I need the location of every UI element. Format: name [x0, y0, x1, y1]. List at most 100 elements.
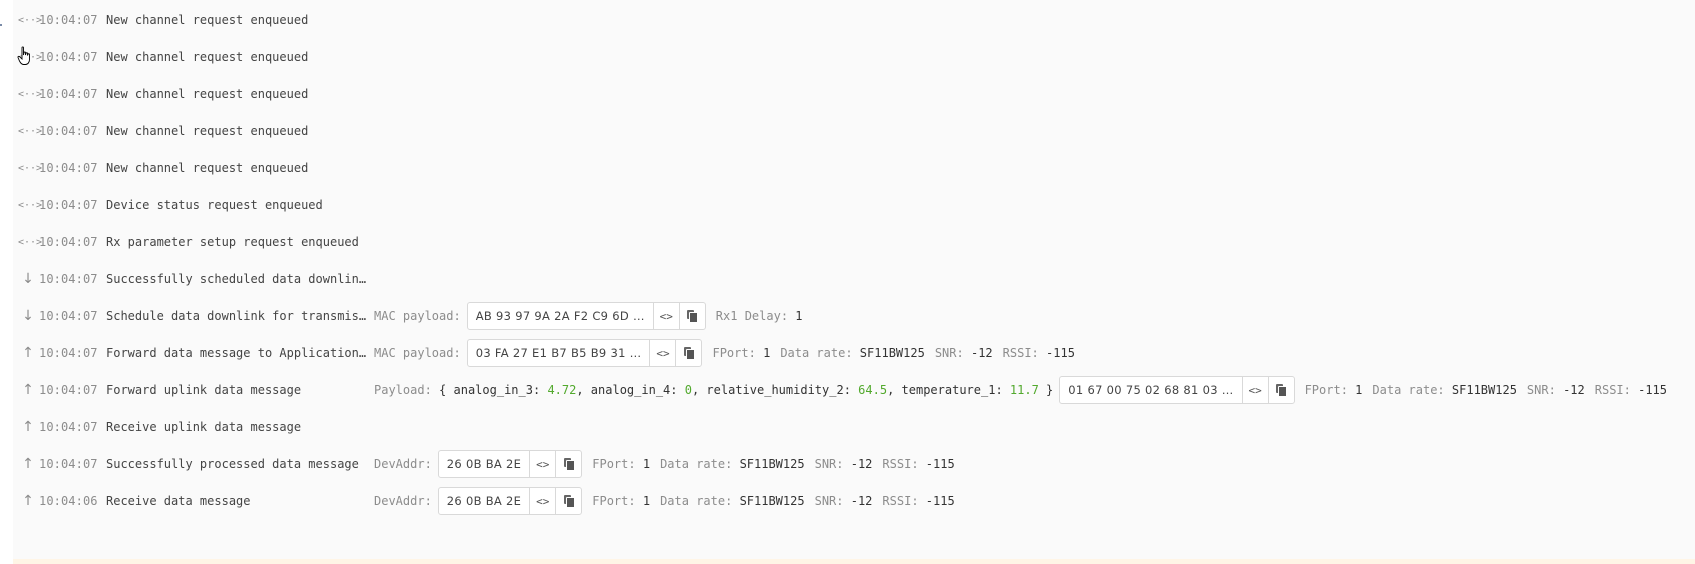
- field-label: Rx1 Delay:: [715, 309, 789, 323]
- hex-value[interactable]: AB 93 97 9A 2A F2 C9 6D …: [468, 303, 653, 329]
- field-value: 1: [795, 309, 803, 323]
- event-message: New channel request enqueued: [106, 50, 309, 64]
- event-message: Device status request enqueued: [106, 198, 323, 212]
- event-row[interactable]: <··> 10:04:07 Rx parameter setup request e…: [13, 222, 1695, 262]
- copy-button[interactable]: [678, 303, 705, 329]
- mac-command-icon: <··>: [18, 199, 43, 211]
- event-row[interactable]: ↓ 10:04:07 Successfully scheduled data dow…: [13, 259, 1695, 299]
- code-icon: <>: [656, 346, 670, 360]
- field-label: Data rate:: [660, 494, 733, 508]
- copy-button[interactable]: [675, 340, 701, 366]
- event-time: 10:04:07: [39, 87, 98, 101]
- hex-value[interactable]: 01 67 00 75 02 68 81 03 …: [1060, 377, 1241, 403]
- code-icon: <>: [536, 457, 550, 471]
- hex-value[interactable]: 26 0B BA 2E: [439, 451, 529, 477]
- event-row[interactable]: ↑ 10:04:07 Forward uplink data message Payl…: [13, 370, 1695, 410]
- event-details: MAC payload: AB 93 97 9A 2A F2 C9 6D … <> R…: [374, 302, 813, 330]
- field-label: RSSI:: [1002, 346, 1039, 360]
- toggle-format-button[interactable]: <>: [652, 303, 679, 329]
- code-icon: <>: [1248, 383, 1262, 397]
- hex-value[interactable]: 03 FA 27 E1 B7 B5 B9 31 …: [468, 340, 650, 366]
- event-row[interactable]: ↑ 10:04:07 Successfully processed data mes…: [13, 444, 1695, 484]
- field-label: Data rate:: [780, 346, 853, 360]
- field-label: FPort:: [592, 494, 636, 508]
- toggle-format-button[interactable]: <>: [529, 488, 555, 514]
- arrow-up-icon: ↑: [22, 345, 34, 361]
- event-details: Payload: { analog_in_3: 4.72, analog_in_…: [374, 376, 1677, 404]
- copy-button[interactable]: [555, 451, 581, 477]
- field-label: FPort:: [712, 346, 756, 360]
- copy-icon: [687, 310, 699, 323]
- event-row[interactable]: <··> 10:04:07 New channel request enqueued: [13, 111, 1695, 151]
- payload-key: analog_in_4: [590, 383, 671, 397]
- event-message: Rx parameter setup request enqueued: [106, 235, 359, 249]
- field-value: -115: [925, 494, 955, 508]
- field-label: FPort:: [592, 457, 636, 471]
- mac-command-icon: <··>: [18, 125, 43, 137]
- payload-key: analog_in_3: [453, 383, 533, 397]
- field-label: SNR:: [814, 494, 844, 508]
- hex-value-box: AB 93 97 9A 2A F2 C9 6D … <>: [466, 302, 706, 330]
- code-icon: <>: [659, 309, 673, 323]
- field-label: RSSI:: [1594, 383, 1631, 397]
- event-message: Receive uplink data message: [106, 420, 302, 434]
- field-value: 1: [1355, 383, 1363, 397]
- field-value: -12: [850, 457, 873, 471]
- event-time: 10:04:07: [39, 272, 98, 286]
- event-time: 10:04:07: [39, 235, 98, 249]
- field-value: SF11BW125: [739, 494, 805, 508]
- left-edge-marker: [0, 24, 2, 26]
- field-value: SF11BW125: [1451, 383, 1517, 397]
- event-row[interactable]: ↑ 10:04:07 Forward data message to Applica…: [13, 333, 1695, 373]
- toggle-format-button[interactable]: <>: [1241, 377, 1268, 403]
- event-message: New channel request enqueued: [106, 124, 309, 138]
- copy-button[interactable]: [1267, 377, 1294, 403]
- event-details: MAC payload: 03 FA 27 E1 B7 B5 B9 31 … <> F…: [374, 339, 1085, 367]
- event-log-panel: <··> 10:04:07 New channel request enqueued…: [13, 0, 1695, 564]
- event-message: New channel request enqueued: [106, 13, 309, 27]
- event-details: DevAddr: 26 0B BA 2E <> FPort: 1 Data rate: …: [374, 487, 965, 515]
- mac-command-icon: <··>: [18, 162, 43, 174]
- event-row[interactable]: <··> 10:04:07 New channel request enqueued: [13, 74, 1695, 114]
- toggle-format-button[interactable]: <>: [649, 340, 675, 366]
- copy-button[interactable]: [555, 488, 581, 514]
- hex-field-label: DevAddr:: [374, 457, 432, 471]
- event-row[interactable]: <··> 10:04:07 New channel request enqueued: [13, 37, 1695, 77]
- arrow-up-icon: ↑: [22, 493, 34, 509]
- field-value: -115: [1638, 383, 1668, 397]
- payload-value: 11.7: [1009, 383, 1039, 397]
- hex-value[interactable]: 26 0B BA 2E: [439, 488, 529, 514]
- event-row[interactable]: <··> 10:04:07 New channel request enqueued: [13, 148, 1695, 188]
- event-time: 10:04:07: [39, 124, 98, 138]
- payload-value: 0: [684, 383, 692, 397]
- hand-pointer-cursor: [17, 46, 30, 65]
- field-label: SNR:: [934, 346, 964, 360]
- event-message: Successfully processed data message: [106, 457, 359, 471]
- arrow-up-icon: ↑: [22, 456, 34, 472]
- payload-key: temperature_1: [901, 383, 996, 397]
- event-row[interactable]: <··> 10:04:07 New channel request enqueued: [13, 0, 1695, 40]
- hex-field-label: MAC payload:: [374, 346, 461, 360]
- event-row[interactable]: <··> 10:04:07 Device status request enqueu…: [13, 185, 1695, 225]
- decoded-payload: Payload: { analog_in_3: 4.72, analog_in_…: [374, 383, 1054, 397]
- event-time: 10:04:07: [39, 198, 98, 212]
- field-label: SNR:: [1526, 383, 1556, 397]
- event-time: 10:04:07: [39, 13, 98, 27]
- event-time: 10:04:07: [39, 346, 98, 360]
- event-message: Receive data message: [106, 494, 251, 508]
- event-message: New channel request enqueued: [106, 161, 309, 175]
- toggle-format-button[interactable]: <>: [529, 451, 555, 477]
- event-details: DevAddr: 26 0B BA 2E <> FPort: 1 Data rate: …: [374, 450, 965, 478]
- event-row[interactable]: ↑ 10:04:06 Receive data message DevAddr: 26 …: [13, 481, 1695, 521]
- event-time: 10:04:07: [39, 383, 98, 397]
- event-message: New channel request enqueued: [106, 87, 309, 101]
- event-row[interactable]: ↓ 10:04:07 Schedule data downlink for tran…: [13, 296, 1695, 336]
- field-value: -12: [970, 346, 993, 360]
- event-row[interactable]: ↑ 10:04:07 Receive uplink data message: [13, 407, 1695, 447]
- copy-icon: [1276, 384, 1288, 397]
- payload-value: 4.72: [547, 383, 577, 397]
- copy-icon: [563, 495, 575, 508]
- event-time: 10:04:07: [39, 420, 98, 434]
- payload-value: 64.5: [858, 383, 888, 397]
- arrow-up-icon: ↑: [22, 419, 34, 435]
